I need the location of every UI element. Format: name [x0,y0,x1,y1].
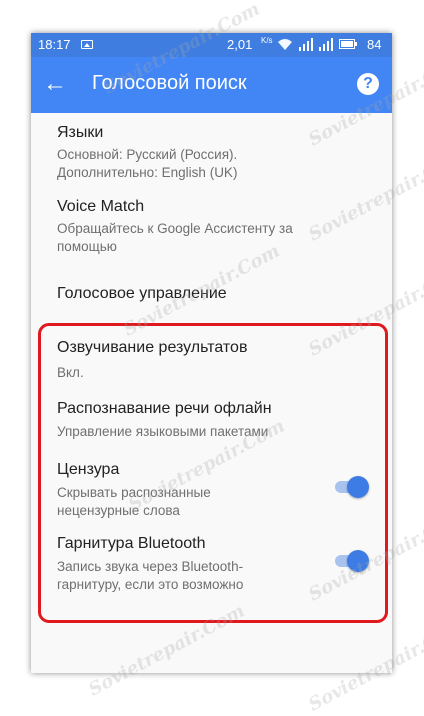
setting-subtitle: Дополнительно: English (UK) [57,165,238,180]
signal-icon [319,38,333,51]
help-icon[interactable]: ? [357,73,379,95]
image-icon [81,40,93,49]
back-arrow-icon[interactable]: ← [43,71,71,99]
battery-level: 84 [367,37,382,52]
battery-icon [339,39,357,49]
network-speed: 2,01 [227,37,253,52]
status-time: 18:17 [38,37,71,52]
wifi-icon [278,39,292,50]
signal-icon [299,38,313,51]
setting-subtitle: Основной: Русский (Россия). [57,147,238,162]
network-speed-unit: K/s [261,36,273,45]
status-icons [277,38,357,52]
app-toolbar: ← Голосовой поиск ? [31,57,392,113]
setting-title: Voice Match [57,198,145,215]
